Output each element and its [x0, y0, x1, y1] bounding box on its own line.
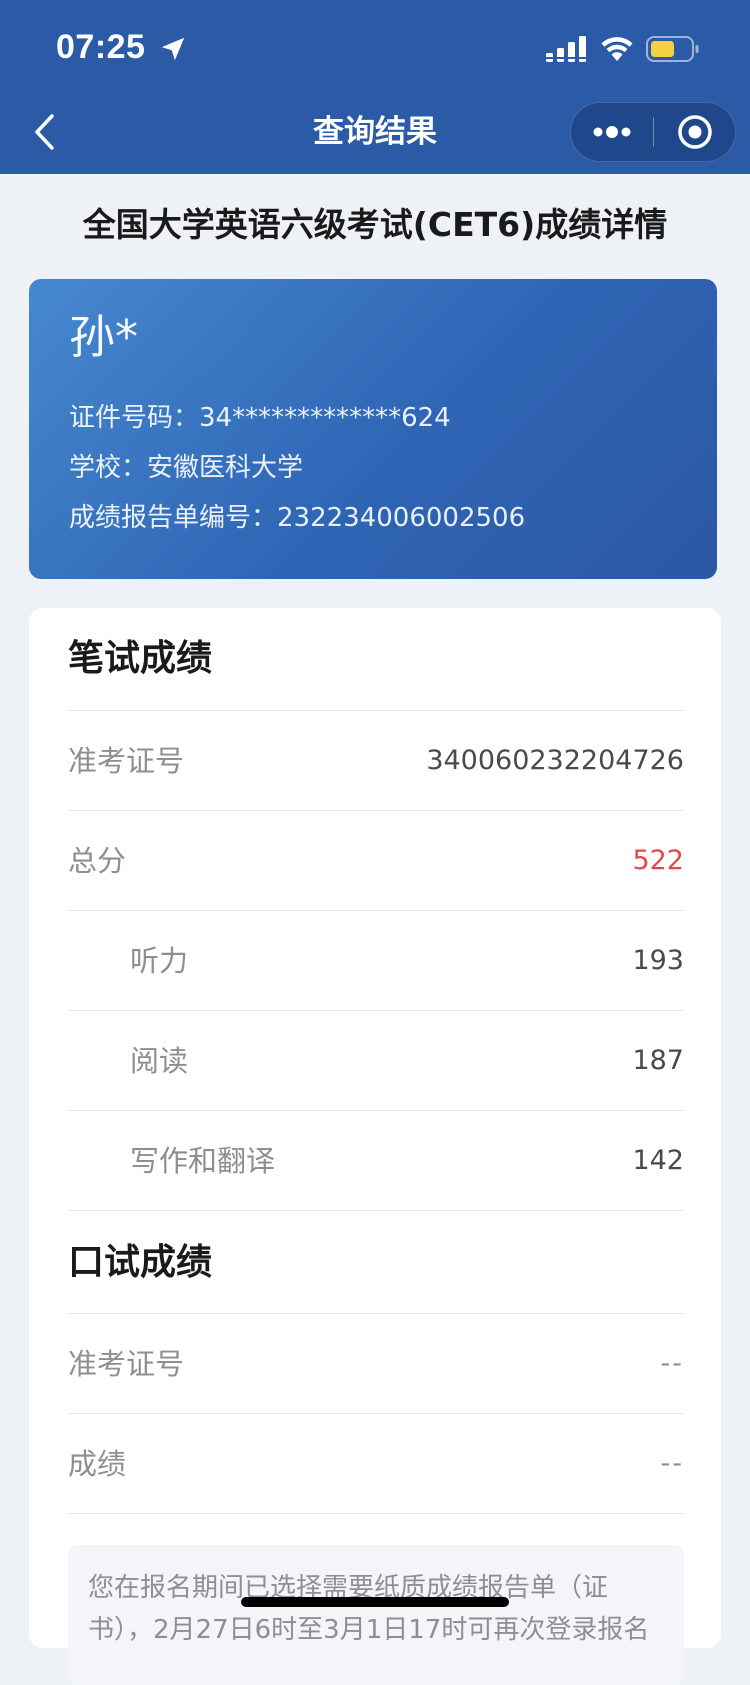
cellular-signal-icon [546, 36, 586, 62]
total-score-value: 522 [632, 845, 684, 876]
ticket-number-value: 340060232204726 [426, 745, 684, 776]
total-score-row: 总分 522 [68, 810, 684, 910]
back-button[interactable] [24, 108, 64, 156]
status-time: 07:25 [56, 28, 146, 66]
divider [68, 1513, 684, 1514]
written-ticket-row: 准考证号 340060232204726 [68, 710, 684, 810]
listening-row: 听力 193 [68, 910, 684, 1010]
target-circle-icon [678, 115, 712, 149]
more-dots-icon [593, 126, 631, 138]
row-label: 阅读 [130, 1044, 189, 1078]
top-bar: 07:25 查询结果 [0, 0, 750, 174]
candidate-name: 孙* [69, 310, 138, 364]
oral-score-row: 成绩 -- [68, 1413, 684, 1513]
writing-score-value: 142 [632, 1145, 684, 1176]
row-label: 写作和翻译 [130, 1144, 276, 1178]
school: 学校：安徽医科大学 [69, 453, 304, 483]
mini-program-capsule [570, 102, 736, 162]
listening-score-value: 193 [632, 945, 684, 976]
exam-heading: 全国大学英语六级考试(CET6)成绩详情 [82, 205, 668, 244]
reading-row: 阅读 187 [68, 1010, 684, 1110]
oral-score-value: -- [660, 1448, 684, 1479]
writing-translation-row: 写作和翻译 142 [68, 1110, 684, 1210]
oral-ticket-value: -- [660, 1348, 684, 1379]
written-section-title: 笔试成绩 [68, 638, 213, 679]
location-arrow-icon [161, 37, 185, 61]
candidate-info-card: 孙* 证件号码：34*************624 学校：安徽医科大学 成绩报… [29, 279, 717, 579]
divider [68, 1210, 684, 1211]
row-label: 准考证号 [68, 1347, 185, 1381]
oral-section-title: 口试成绩 [68, 1242, 213, 1283]
reading-score-value: 187 [632, 1045, 684, 1076]
row-label: 成绩 [68, 1447, 127, 1481]
wifi-icon [601, 37, 633, 61]
close-mini-program-button[interactable] [654, 103, 736, 161]
row-label: 准考证号 [68, 744, 185, 778]
report-number: 成绩报告单编号：232234006002506 [69, 503, 526, 533]
row-label: 听力 [130, 944, 189, 978]
row-label: 总分 [68, 844, 127, 878]
more-button[interactable] [571, 103, 653, 161]
paper-report-notice: 您在报名期间已选择需要纸质成绩报告单（证书），2月27日6时至3月1日17时可再… [68, 1545, 684, 1685]
home-indicator[interactable] [241, 1597, 509, 1607]
chevron-left-icon [35, 114, 54, 150]
oral-ticket-row: 准考证号 -- [68, 1313, 684, 1413]
score-card: 笔试成绩 准考证号 340060232204726 总分 522 听力 193 … [29, 608, 721, 1685]
battery-icon [646, 36, 699, 62]
id-number: 证件号码：34*************624 [69, 403, 451, 433]
